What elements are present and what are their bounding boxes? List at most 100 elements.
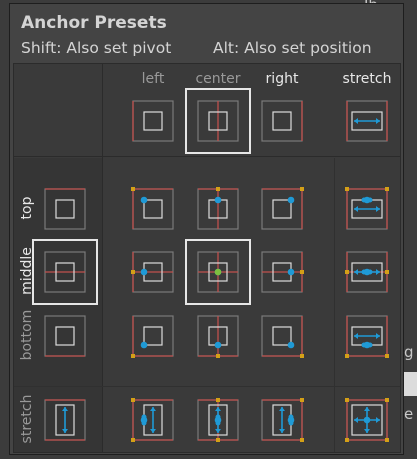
anchor-marker-icon <box>300 270 304 274</box>
pivot-icon <box>141 414 147 420</box>
outer-box-icon <box>132 100 174 142</box>
outer-box-icon <box>261 315 303 357</box>
pivot-icon <box>363 416 371 424</box>
arrow-head-icon <box>62 407 68 411</box>
preset-bottom-icon <box>44 315 86 357</box>
preset-top-center[interactable] <box>186 177 250 241</box>
arrow-head-icon <box>376 206 380 212</box>
preset-bottom-right[interactable] <box>250 304 314 368</box>
arrow-head-icon <box>354 417 358 423</box>
arrow-head-icon <box>279 407 285 411</box>
pivot-icon <box>214 196 222 204</box>
preset-stretch-center[interactable] <box>186 388 250 452</box>
anchor-marker-icon <box>385 354 389 358</box>
preset-middle[interactable] <box>32 239 98 305</box>
pivot-icon <box>367 197 373 203</box>
arrow-head-icon <box>354 206 358 212</box>
column-divider <box>102 64 103 452</box>
arrow-head-icon <box>376 333 380 339</box>
arrow-head-icon <box>364 429 370 433</box>
arrow-head-icon <box>62 429 68 433</box>
pivot-icon <box>287 268 295 276</box>
preset-right[interactable] <box>250 89 314 153</box>
preset-stretch-right[interactable] <box>250 388 314 452</box>
background-field <box>404 372 417 396</box>
arrow-head-icon <box>376 417 380 423</box>
outer-box-icon <box>132 188 174 230</box>
anchor-marker-icon <box>131 187 135 191</box>
outer-box-icon <box>132 315 174 357</box>
preset-middle-left-icon <box>131 251 174 293</box>
preset-top-right[interactable] <box>250 177 314 241</box>
anchor-marker-icon <box>216 354 220 358</box>
pivot-icon <box>140 268 148 276</box>
preset-center-icon <box>197 100 239 142</box>
anchor-marker-icon <box>131 438 135 442</box>
preset-middle-stretch[interactable] <box>335 240 399 304</box>
arrow-head-icon <box>215 407 221 411</box>
alt-hint: Alt: Also set position <box>213 39 372 57</box>
preset-bottom-center-icon <box>197 315 239 358</box>
arrow-head-icon <box>215 429 221 433</box>
preset-middle-center[interactable] <box>185 239 251 305</box>
preset-stretch-icon <box>44 399 86 441</box>
anchor-marker-icon <box>385 187 389 191</box>
outer-box-icon <box>261 188 303 230</box>
preset-top-center-icon <box>197 187 239 230</box>
pivot-icon <box>361 269 367 275</box>
preset-middle-right-icon <box>261 251 304 293</box>
element-rect-icon <box>55 199 75 219</box>
element-rect-icon <box>55 326 75 346</box>
preset-bottom-stretch[interactable] <box>335 304 399 368</box>
column-header-stretch: stretch <box>342 71 392 87</box>
arrow-head-icon <box>376 269 380 275</box>
pivot-icon <box>361 342 367 348</box>
pivot-icon <box>361 197 367 203</box>
arrow-head-icon <box>279 429 285 433</box>
preset-left[interactable] <box>121 89 185 153</box>
pivot-icon <box>367 269 373 275</box>
anchor-marker-icon <box>345 270 349 274</box>
background-text-mid-1: g <box>404 343 414 361</box>
preset-middle-right[interactable] <box>250 240 314 304</box>
preset-middle-stretch-icon <box>345 251 389 293</box>
row-divider <box>14 156 400 157</box>
preset-stretch-icon <box>346 100 388 142</box>
preset-stretch-left-icon <box>131 398 174 442</box>
pivot-icon <box>140 196 148 204</box>
stretch-row-divider <box>14 386 400 387</box>
arrow-head-icon <box>354 333 358 339</box>
preset-top-stretch[interactable] <box>335 177 399 241</box>
preset-top-stretch-icon <box>345 187 389 230</box>
preset-stretch-stretch[interactable] <box>335 388 399 452</box>
anchor-marker-icon <box>385 438 389 442</box>
preset-stretch[interactable] <box>335 89 399 153</box>
preset-stretch-stretch-icon <box>345 398 389 442</box>
arrow-head-icon <box>354 118 358 124</box>
preset-top[interactable] <box>33 177 97 241</box>
preset-stretch-center-icon <box>197 398 239 442</box>
element-rect-icon <box>272 199 292 219</box>
pivot-icon <box>288 420 294 426</box>
anchor-marker-icon <box>345 398 349 402</box>
preset-center[interactable] <box>185 88 251 154</box>
anchor-marker-icon <box>385 270 389 274</box>
anchor-marker-icon <box>300 187 304 191</box>
preset-bottom-center[interactable] <box>186 304 250 368</box>
anchor-marker-icon <box>300 398 304 402</box>
anchor-marker-icon <box>345 187 349 191</box>
preset-stretch[interactable] <box>33 388 97 452</box>
preset-top-left[interactable] <box>121 177 185 241</box>
element-rect-icon <box>143 199 163 219</box>
preset-bottom-left-icon <box>131 315 174 358</box>
preset-bottom-stretch-icon <box>345 315 389 358</box>
element-rect-icon <box>143 111 163 131</box>
preset-stretch-left[interactable] <box>121 388 185 452</box>
preset-top-left-icon <box>131 187 174 230</box>
preset-bottom-left[interactable] <box>121 304 185 368</box>
preset-middle-left[interactable] <box>121 240 185 304</box>
anchor-marker-icon <box>216 438 220 442</box>
preset-left-icon <box>132 100 174 142</box>
preset-bottom[interactable] <box>33 304 97 368</box>
column-header-right: right <box>265 71 299 87</box>
